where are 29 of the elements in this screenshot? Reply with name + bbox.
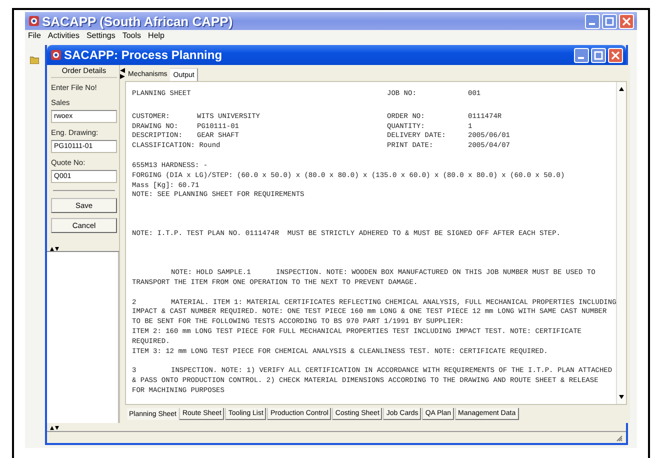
scrollbar[interactable] bbox=[616, 82, 626, 404]
app-logo-icon bbox=[50, 49, 62, 61]
close-button[interactable] bbox=[619, 14, 634, 28]
app-logo-icon bbox=[28, 15, 40, 27]
scroll-up-icon[interactable] bbox=[617, 86, 626, 92]
resize-grip-icon[interactable] bbox=[616, 435, 623, 442]
window-title: SACAPP (South African CAPP) bbox=[42, 14, 233, 28]
maximize-icon bbox=[594, 50, 603, 60]
maximize-button[interactable] bbox=[602, 14, 617, 28]
window-title: SACAPP: Process Planning bbox=[64, 48, 222, 62]
up-down-arrows-icon[interactable] bbox=[50, 246, 59, 250]
menu-item[interactable]: Help bbox=[148, 31, 164, 42]
menu-item[interactable]: Settings bbox=[86, 31, 116, 42]
minimize-button[interactable] bbox=[585, 14, 600, 28]
minimize-icon bbox=[588, 23, 594, 25]
folder-icon[interactable] bbox=[30, 56, 39, 64]
left-right-arrows-icon[interactable] bbox=[120, 68, 125, 79]
maximize-icon bbox=[605, 16, 614, 26]
up-down-arrows-icon[interactable] bbox=[50, 424, 59, 430]
maximize-button[interactable] bbox=[591, 48, 606, 62]
minimize-icon bbox=[578, 57, 584, 59]
close-icon bbox=[611, 50, 620, 60]
close-icon bbox=[622, 16, 631, 26]
menu-item[interactable]: Activities bbox=[48, 31, 80, 42]
menu-item[interactable]: Tools bbox=[122, 31, 142, 42]
close-button[interactable] bbox=[608, 48, 623, 62]
menu-item[interactable]: File bbox=[28, 31, 41, 42]
scroll-down-icon[interactable] bbox=[617, 394, 626, 400]
minimize-button[interactable] bbox=[574, 48, 589, 62]
